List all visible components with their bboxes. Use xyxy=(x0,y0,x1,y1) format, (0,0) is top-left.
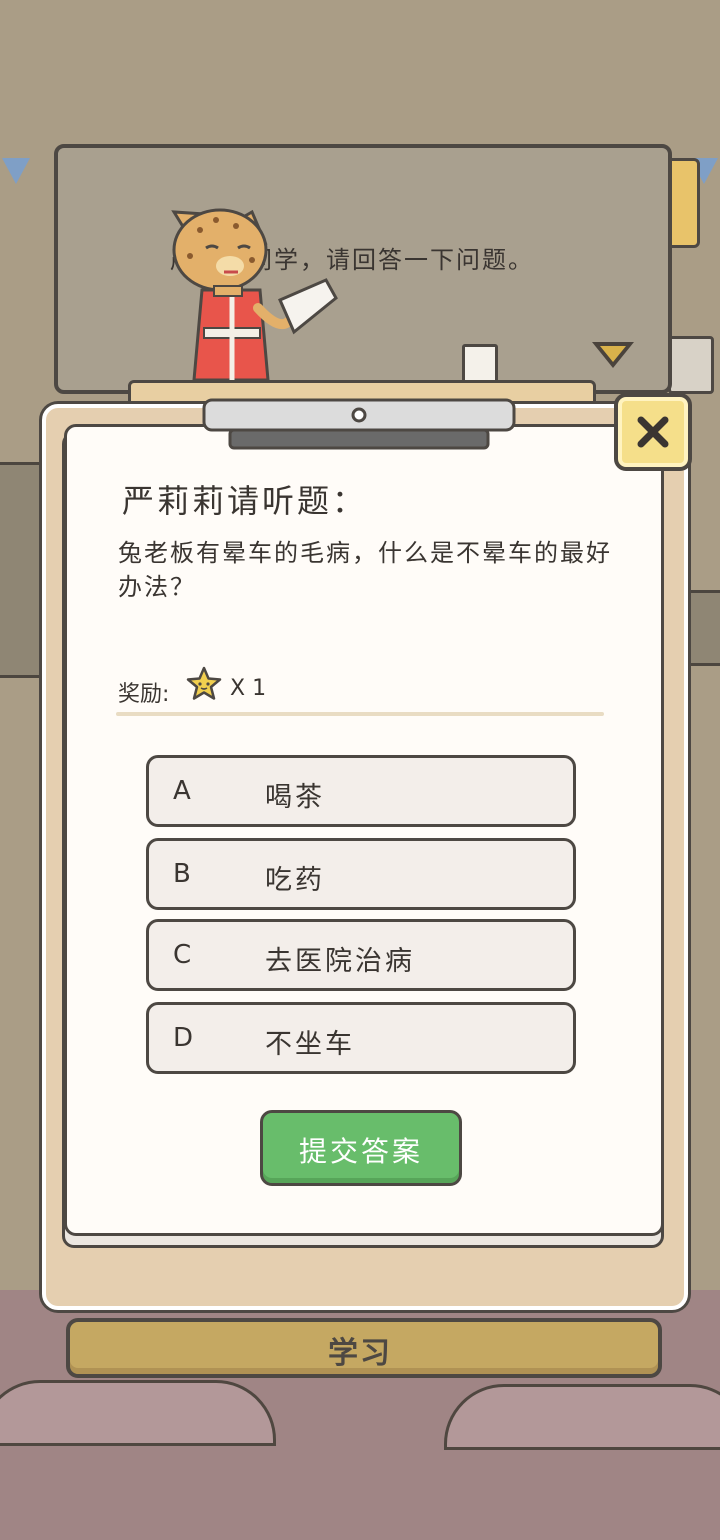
option-d-button[interactable]: D 不坐车 xyxy=(146,1002,576,1074)
option-letter: B xyxy=(173,859,191,889)
option-text: 吃药 xyxy=(265,865,325,896)
next-arrow-icon[interactable] xyxy=(592,342,634,368)
option-text: 喝茶 xyxy=(265,782,325,813)
study-label: 学习 xyxy=(328,1336,392,1371)
floor-rug xyxy=(0,1380,276,1446)
floor-rug xyxy=(444,1384,720,1450)
star-icon xyxy=(186,666,222,700)
submit-label: 提交答案 xyxy=(298,1135,423,1168)
option-c-button[interactable]: C 去医院治病 xyxy=(146,919,576,991)
teacher-leopard-character xyxy=(171,208,338,382)
clipboard-clip xyxy=(202,398,516,450)
option-letter: C xyxy=(173,940,192,970)
submit-answer-button[interactable]: 提交答案 xyxy=(260,1110,462,1186)
option-text: 去医院治病 xyxy=(265,946,415,977)
close-button[interactable] xyxy=(614,393,692,471)
divider xyxy=(116,712,604,716)
option-letter: A xyxy=(173,776,191,806)
option-text: 不坐车 xyxy=(265,1029,355,1060)
quiz-question: 兔老板有晕车的毛病，什么是不晕车的最好办法？ xyxy=(118,539,612,601)
pennant-decoration xyxy=(2,158,30,184)
option-b-button[interactable]: B 吃药 xyxy=(146,838,576,910)
option-a-button[interactable]: A 喝茶 xyxy=(146,755,576,827)
wall-poster xyxy=(668,336,714,394)
option-letter: D xyxy=(173,1023,194,1053)
reward-label: 奖励: xyxy=(118,682,170,707)
quiz-title: 严莉莉请听题： xyxy=(122,482,368,520)
reward-quantity: X 1 xyxy=(230,676,267,701)
close-icon xyxy=(637,416,669,448)
